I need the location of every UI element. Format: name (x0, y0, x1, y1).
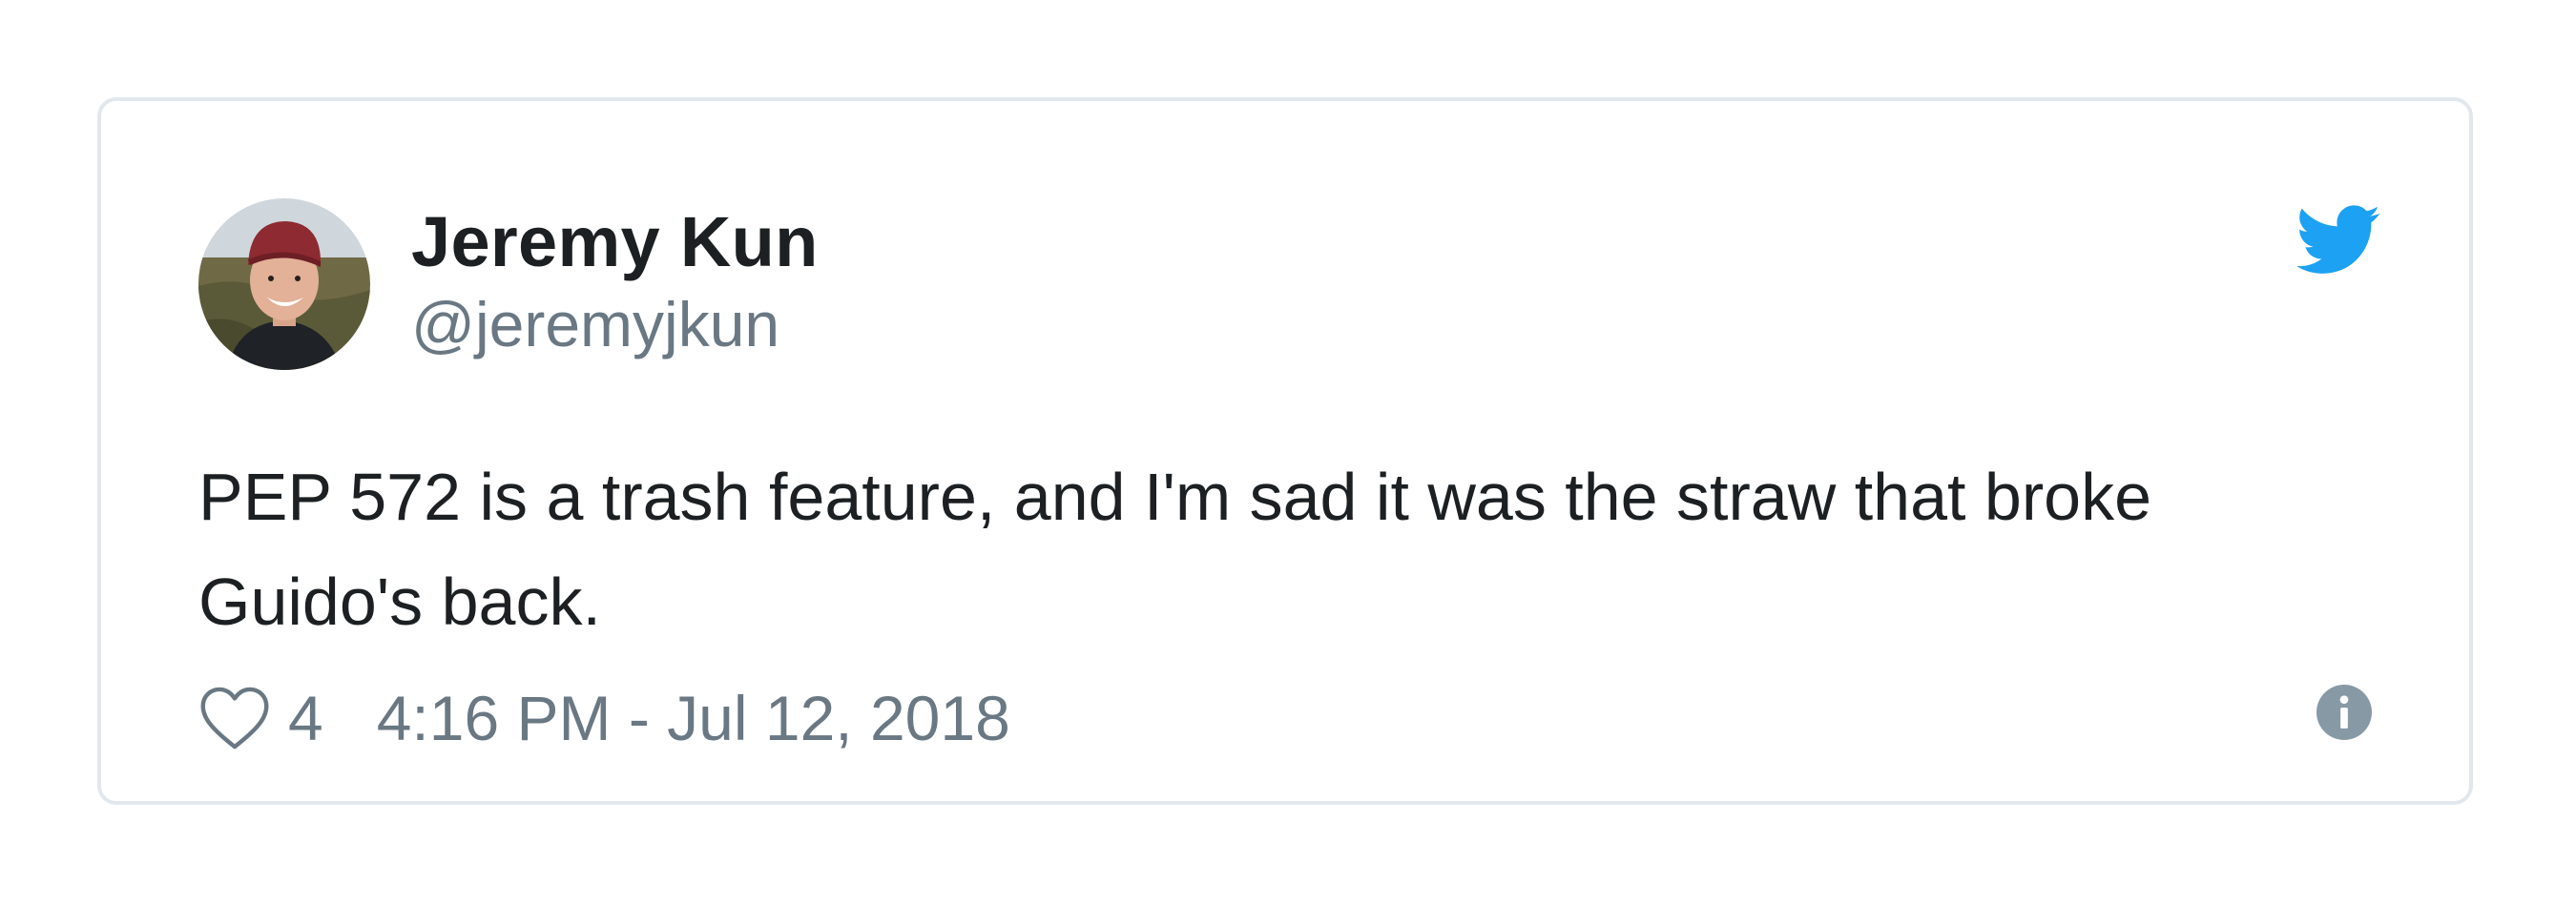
twitter-bird-icon[interactable] (2297, 202, 2381, 278)
info-icon[interactable] (2316, 685, 2372, 740)
like-count[interactable]: 4 (288, 682, 323, 754)
avatar[interactable] (198, 198, 370, 370)
tweet-timestamp[interactable]: 4:16 PM - Jul 12, 2018 (377, 682, 1010, 754)
heart-icon[interactable] (198, 685, 271, 751)
avatar-photo (198, 198, 370, 370)
author-name[interactable]: Jeremy Kun (411, 201, 819, 282)
tweet-footer: 4 4:16 PM - Jul 12, 2018 (198, 675, 1010, 761)
tweet-card[interactable]: Jeremy Kun @jeremyjkun PEP 572 is a tras… (97, 97, 2473, 805)
tweet-text: PEP 572 is a trash feature, and I'm sad … (198, 460, 2152, 639)
author-handle[interactable]: @jeremyjkun (411, 288, 779, 360)
